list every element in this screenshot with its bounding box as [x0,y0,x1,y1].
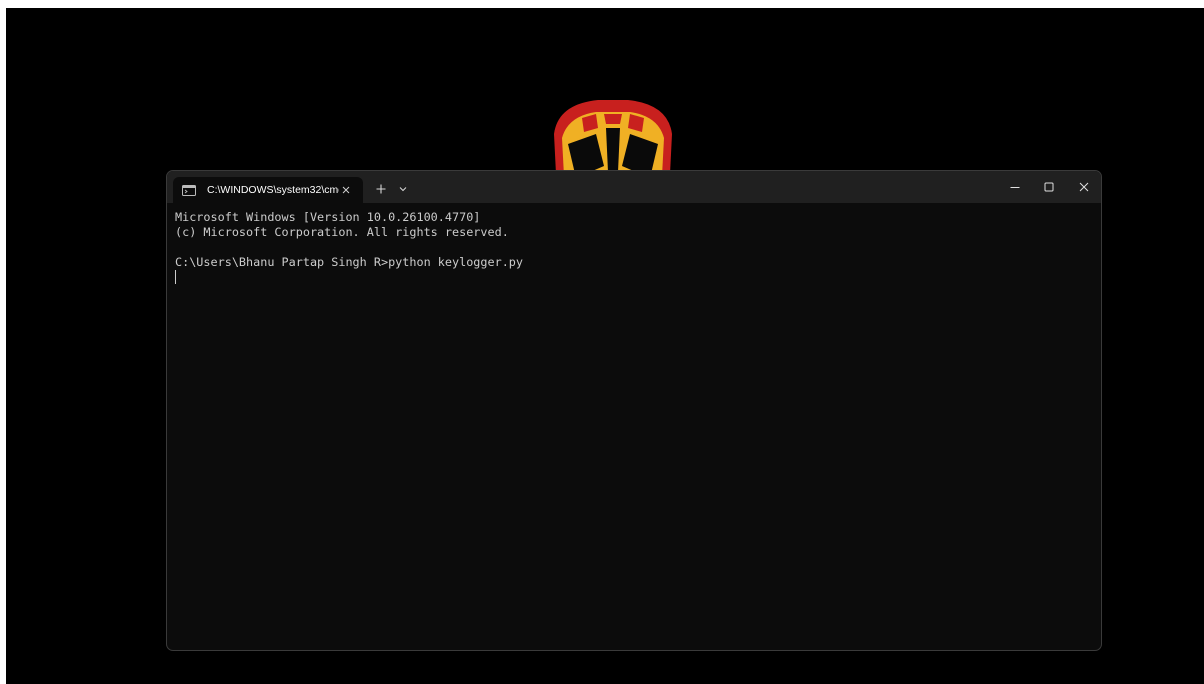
console-line: (c) Microsoft Corporation. All rights re… [175,225,509,239]
console-line: C:\Users\Bhanu Partap Singh R>python key… [175,255,524,269]
desktop: C:\WINDOWS\system32\cmd. Microsoft Windo… [6,8,1204,684]
chevron-down-icon [399,187,407,192]
maximize-icon [1044,182,1054,192]
console-line: Microsoft Windows [Version 10.0.26100.47… [175,210,481,224]
new-tab-button[interactable] [373,181,389,197]
minimize-icon [1010,187,1020,188]
plus-icon [376,184,386,194]
cmd-icon [181,184,197,196]
tab-title: C:\WINDOWS\system32\cmd. [207,184,339,196]
console-output[interactable]: Microsoft Windows [Version 10.0.26100.47… [175,210,1093,646]
terminal-window: C:\WINDOWS\system32\cmd. Microsoft Windo… [166,170,1102,651]
tab-cmd[interactable]: C:\WINDOWS\system32\cmd. [173,177,363,203]
text-cursor [175,270,176,284]
title-bar[interactable]: C:\WINDOWS\system32\cmd. [167,171,1101,203]
close-icon [1079,182,1089,192]
tab-dropdown-button[interactable] [395,181,411,197]
cursor-line [175,270,1093,285]
close-icon[interactable] [339,183,353,197]
close-window-button[interactable] [1062,171,1101,203]
